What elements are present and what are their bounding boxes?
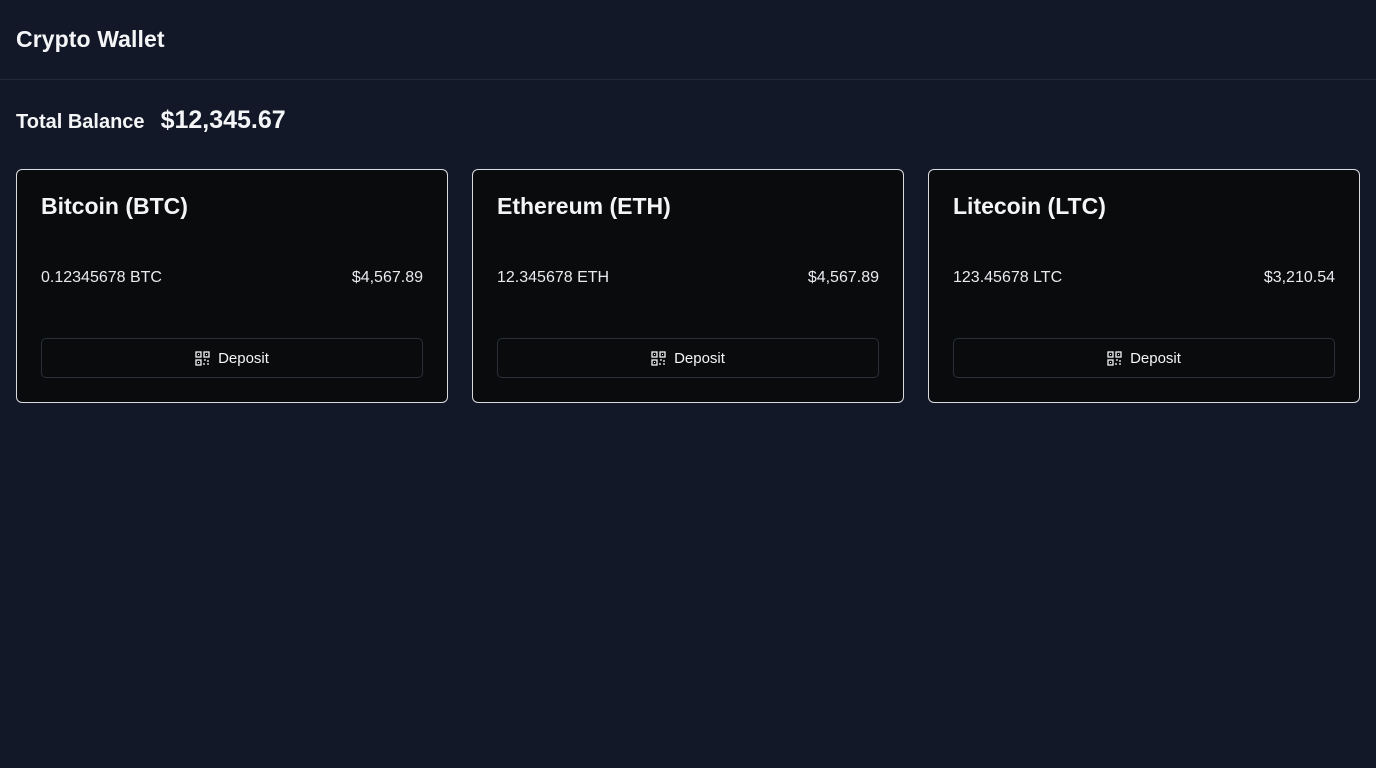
deposit-button-label: Deposit — [1130, 349, 1181, 367]
card-value: $4,567.89 — [351, 269, 423, 286]
total-balance-label: Total Balance — [16, 111, 145, 133]
card-amount: 0.12345678 BTC — [41, 269, 162, 286]
wallet-card-ltc: Litecoin (LTC) 123.45678 LTC $3,210.54 D… — [928, 169, 1360, 403]
qr-code-icon — [651, 350, 666, 366]
wallet-cards: Bitcoin (BTC) 0.12345678 BTC $4,567.89 D… — [0, 169, 1376, 403]
card-title: Litecoin (LTC) — [953, 193, 1106, 219]
card-holdings: 0.12345678 BTC $4,567.89 — [41, 269, 423, 287]
deposit-button-eth[interactable]: Deposit — [497, 338, 879, 378]
deposit-button-ltc[interactable]: Deposit — [953, 338, 1335, 378]
deposit-button-label: Deposit — [674, 349, 725, 367]
card-amount: 12.345678 ETH — [497, 269, 610, 286]
card-value: $3,210.54 — [1263, 269, 1335, 286]
qr-code-icon — [195, 350, 210, 366]
card-amount: 123.45678 LTC — [953, 269, 1063, 286]
total-balance-value: $12,345.67 — [160, 106, 286, 134]
qr-code-icon — [1107, 350, 1122, 366]
wallet-card-eth: Ethereum (ETH) 12.345678 ETH $4,567.89 D… — [472, 169, 904, 403]
deposit-button-btc[interactable]: Deposit — [41, 338, 423, 378]
card-title: Ethereum (ETH) — [497, 193, 671, 219]
wallet-card-btc: Bitcoin (BTC) 0.12345678 BTC $4,567.89 D… — [16, 169, 448, 403]
app-header: Crypto Wallet — [0, 0, 1376, 80]
deposit-button-label: Deposit — [218, 349, 269, 367]
total-balance: Total Balance $12,345.67 — [0, 80, 1376, 148]
card-value: $4,567.89 — [807, 269, 879, 286]
app-title: Crypto Wallet — [16, 26, 165, 52]
card-title: Bitcoin (BTC) — [41, 193, 188, 219]
card-holdings: 123.45678 LTC $3,210.54 — [953, 269, 1335, 287]
card-holdings: 12.345678 ETH $4,567.89 — [497, 269, 879, 287]
